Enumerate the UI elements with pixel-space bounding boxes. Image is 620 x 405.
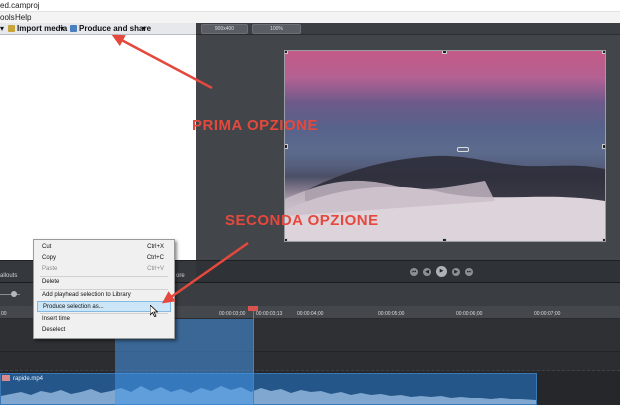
- annotation-arrows: [111, 34, 249, 304]
- arrow-to-produce-and-share: [111, 34, 213, 90]
- arrow-to-produce-selection: [161, 241, 249, 304]
- annotation-second-option: SECONDA OPZIONE: [225, 212, 379, 229]
- annotation-first-option: PRIMA OPZIONE: [192, 117, 318, 134]
